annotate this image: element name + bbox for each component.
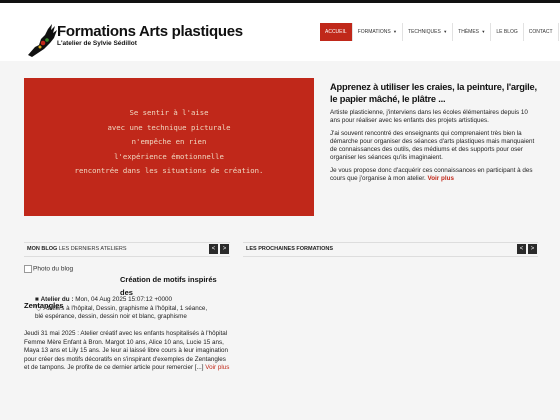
blog-date-row: ■ Atelier du : Mon, 04 Aug 2025 15:07:12… [10, 296, 210, 305]
blog-excerpt-text: Jeudi 31 mai 2025 : Atelier créatif avec… [24, 330, 229, 371]
blog-post-excerpt: Jeudi 31 mai 2025 : Atelier créatif avec… [24, 330, 230, 373]
nav-label: Thèmes [458, 29, 479, 35]
blog-photo[interactable]: Photo du blog [24, 265, 73, 273]
formations-next-button[interactable]: > [528, 244, 537, 254]
panel-title-sub: Les derniers ateliers [58, 246, 127, 252]
voir-plus-link[interactable]: Voir plus [427, 175, 453, 182]
nav-label: Le blog [496, 29, 518, 35]
calendar-icon: ■ [35, 296, 39, 303]
blog-prev-button[interactable]: < [209, 244, 218, 254]
blog-tags-row: 🏷 Ateliers à l'hôpital, Dessin, graphism… [10, 305, 210, 322]
nav-label: Techniques [408, 29, 441, 35]
intro-paragraph: Artiste plasticienne, j'interviens dans … [330, 109, 528, 125]
main-nav: Accueil Formations ▼ Techniques ▼ Thèmes… [320, 23, 559, 41]
formations-panel-header: Les prochaines formations < > [243, 242, 538, 257]
blog-photo-alt: Photo du blog [33, 265, 74, 273]
blog-voir-plus-link[interactable]: Voir plus [205, 364, 229, 371]
nav-item-contact[interactable]: Contact [523, 23, 559, 41]
nav-item-themes[interactable]: Thèmes ▼ [453, 23, 492, 41]
blog-panel-header: Mon blog Les derniers ateliers < > [24, 242, 230, 257]
intro-section: Apprenez à utiliser les craies, la peint… [330, 81, 538, 187]
blog-next-button[interactable]: > [220, 244, 229, 254]
hero-banner: Se sentir à l'aise avec une technique pi… [24, 78, 314, 216]
blog-panel-title: Mon blog Les derniers ateliers [27, 246, 127, 252]
caret-down-icon: ▼ [481, 29, 486, 34]
nav-item-formations[interactable]: Formations ▼ [352, 23, 404, 41]
hero-quote: Se sentir à l'aise avec une technique pi… [24, 106, 314, 179]
intro-heading: Apprenez à utiliser les craies, la peint… [330, 82, 537, 104]
formations-panel-title: Les prochaines formations [246, 246, 333, 252]
blog-tags[interactable]: Ateliers à l'hôpital, Dessin, graphisme … [35, 305, 207, 321]
hero-line: avec une technique picturale [107, 122, 231, 132]
blog-author-label: Atelier du : [40, 296, 74, 303]
site-subtitle: L'atelier de Sylvie Sédillot [57, 40, 137, 47]
caret-down-icon: ▼ [393, 29, 398, 34]
nav-label: Contact [528, 29, 553, 35]
intro-paragraph: Je vous propose donc d'acquérir ces conn… [330, 167, 538, 184]
site-header: Formations Arts plastiques L'atelier de … [0, 3, 560, 61]
site-title[interactable]: Formations Arts plastiques [57, 23, 243, 40]
nav-item-accueil[interactable]: Accueil [320, 23, 353, 41]
page: Formations Arts plastiques L'atelier de … [0, 0, 560, 420]
formations-prev-button[interactable]: < [517, 244, 526, 254]
blog-date: Mon, 04 Aug 2025 15:07:12 +0000 [75, 296, 173, 303]
caret-down-icon: ▼ [443, 29, 448, 34]
brush-hand-logo-icon[interactable] [26, 21, 60, 59]
broken-image-icon [24, 265, 32, 273]
blog-post-meta: ■ Atelier du : Mon, 04 Aug 2025 15:07:12… [10, 296, 210, 322]
hero-line: rencontrée dans les situations de créati… [74, 166, 264, 175]
hero-line: Se sentir à l'aise [129, 108, 209, 117]
nav-item-techniques[interactable]: Techniques ▼ [403, 23, 454, 41]
nav-label: Formations [357, 29, 391, 35]
nav-item-blog[interactable]: Le blog [491, 23, 524, 41]
hero-line: l'expérience émotionnelle [114, 151, 224, 161]
nav-label: Accueil [325, 29, 347, 35]
hero-line: n'empêche en rien [131, 137, 207, 146]
panel-title-main: Mon blog [27, 246, 58, 252]
intro-paragraph: J'ai souvent rencontré des enseignants q… [330, 129, 535, 162]
tag-icon: 🏷 [34, 304, 42, 312]
